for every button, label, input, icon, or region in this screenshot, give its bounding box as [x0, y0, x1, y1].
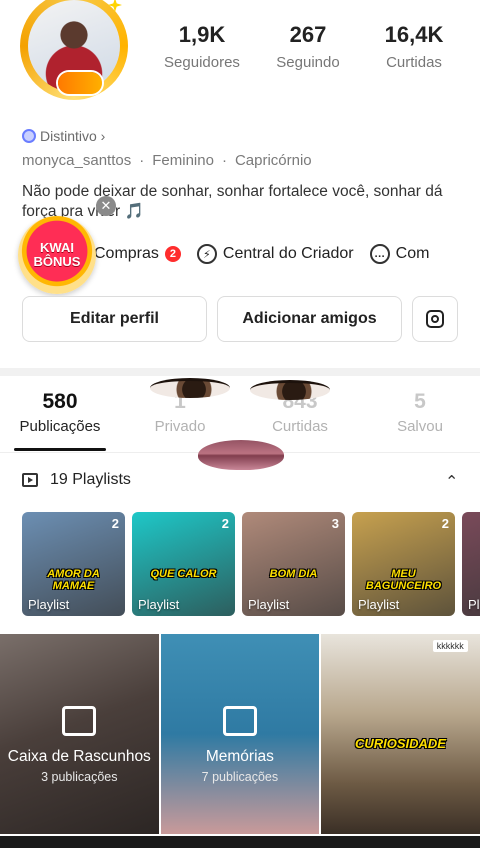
comments-link[interactable]: … Com: [369, 244, 430, 264]
stat-label: Curtidas: [386, 54, 442, 71]
playlist-count: 2: [441, 516, 449, 531]
tab-label: Curtidas: [272, 418, 328, 435]
playlist-caption: BOM DIA: [269, 568, 318, 580]
stat-label: Seguidores: [164, 54, 240, 71]
username: monyca_santtos: [22, 152, 132, 169]
profile-avatar[interactable]: [20, 0, 128, 100]
stat-value: 267: [289, 22, 327, 47]
active-tab-indicator: [14, 448, 106, 451]
stat-value: 1,9K: [178, 22, 226, 47]
tab-publications[interactable]: 580 Publicações: [0, 388, 120, 451]
playlist-label: Pl: [468, 597, 480, 612]
playlist-label: Playlist: [358, 597, 400, 612]
playlists-header[interactable]: 19 Playlists ⌄: [22, 470, 458, 490]
badge-label: Distintivo ›: [40, 128, 106, 144]
stat-followers[interactable]: 1,9K Seguidores: [150, 20, 254, 71]
video-caption: CURIOSIDADE: [354, 736, 446, 751]
compras-label: Compras: [94, 245, 159, 262]
compras-link[interactable]: Compras 2: [94, 245, 181, 263]
avatar-decoration-icon: [58, 72, 102, 94]
playlist-card[interactable]: Pl: [462, 512, 480, 616]
chevron-up-icon[interactable]: ⌄: [445, 470, 458, 490]
add-friends-button[interactable]: Adicionar amigos: [217, 296, 402, 342]
lightning-icon: ⚡: [196, 244, 217, 264]
zodiac-sign: Capricórnio: [234, 152, 312, 169]
tab-saved[interactable]: 5 Salvou: [360, 388, 480, 435]
drafts-title: Caixa de Rascunhos: [7, 748, 151, 765]
playlist-row: 2 AMOR DA MAMAE Playlist 2 QUE CALOR Pla…: [22, 512, 480, 616]
profile-bio: Não pode deixar de sonhar, sonhar fortal…: [22, 183, 443, 220]
playlist-label: Playlist: [248, 597, 290, 612]
quick-links: Compras 2 ⚡ Central do Criador … Com: [94, 244, 429, 264]
tab-label: Privado: [154, 418, 206, 435]
playlist-card[interactable]: 2 AMOR DA MAMAE Playlist: [22, 512, 125, 616]
edit-profile-button[interactable]: Editar perfil: [22, 296, 207, 342]
instagram-icon: [426, 310, 444, 328]
stat-likes[interactable]: 16,4K Curtidas: [362, 20, 466, 71]
eye-sticker-left: [150, 378, 230, 398]
bottom-navigation[interactable]: [0, 836, 480, 848]
badge-link[interactable]: Distintivo ›: [22, 128, 105, 144]
playlist-caption: AMOR DA MAMAE: [47, 568, 100, 592]
close-icon[interactable]: ✕: [96, 196, 116, 216]
video-tile[interactable]: kkkkkk CURIOSIDADE: [321, 634, 480, 834]
stat-value: 16,4K: [384, 22, 444, 47]
kwai-bonus-line2: BÔNUS: [33, 254, 81, 269]
profile-meta: monyca_santtos · Feminino · Capricórnio: [22, 152, 312, 169]
memories-icon: [222, 706, 257, 736]
video-tag: kkkkkk: [432, 640, 468, 652]
kwai-bonus-line1: KWAI: [40, 240, 74, 255]
playlist-icon: [22, 473, 38, 487]
lips-sticker: [198, 440, 284, 470]
playlist-count: 2: [221, 516, 229, 531]
playlist-label: Playlist: [28, 597, 70, 612]
stat-following[interactable]: 267 Seguindo: [256, 20, 360, 71]
playlist-card[interactable]: 2 MEU BAGUNCEIRO Playlist: [352, 512, 455, 616]
instagram-button[interactable]: [412, 296, 458, 342]
eye-sticker-right: [250, 380, 330, 400]
badge-icon: [22, 129, 36, 143]
profile-stats: 1,9K Seguidores 267 Seguindo 16,4K Curti…: [150, 20, 466, 71]
meta-separator: ·: [221, 152, 227, 169]
playlist-label: Playlist: [138, 597, 180, 612]
playlist-caption: MEU BAGUNCEIRO: [365, 568, 442, 592]
section-divider: [0, 368, 480, 376]
drafts-icon: [62, 706, 97, 736]
memories-count: 7 publicações: [201, 770, 279, 784]
creator-center-label: Central do Criador: [222, 245, 354, 262]
tab-label: Publicações: [19, 418, 101, 435]
meta-separator: ·: [139, 152, 145, 169]
playlist-card[interactable]: 2 QUE CALOR Playlist: [132, 512, 235, 616]
tab-count: 580: [42, 390, 78, 413]
drafts-tile[interactable]: Caixa de Rascunhos 3 publicações: [0, 634, 159, 834]
memories-title: Memórias: [205, 748, 274, 765]
creator-center-link[interactable]: ⚡ Central do Criador: [196, 244, 354, 264]
gender: Feminino: [152, 152, 214, 169]
stat-label: Seguindo: [276, 54, 340, 71]
tab-count: 5: [414, 390, 426, 413]
playlist-count: 2: [111, 516, 119, 531]
profile-tabs: 580 Publicações 1 Privado 843 Curtidas 5…: [0, 388, 480, 451]
playlists-title: 19 Playlists: [50, 471, 131, 488]
memories-tile[interactable]: Memórias 7 publicações: [160, 634, 320, 834]
notification-badge: 2: [164, 246, 181, 262]
kwai-bonus-badge[interactable]: KWAI BÔNUS: [18, 216, 96, 294]
content-grid: Caixa de Rascunhos 3 publicações Memória…: [0, 634, 480, 834]
playlist-count: 3: [331, 516, 339, 531]
profile-actions: Editar perfil Adicionar amigos: [22, 296, 458, 342]
comments-label: Com: [395, 245, 430, 262]
playlist-card[interactable]: 3 BOM DIA Playlist: [242, 512, 345, 616]
chat-bubble-icon: …: [369, 244, 390, 264]
playlist-caption: QUE CALOR: [150, 568, 217, 580]
tab-label: Salvou: [397, 418, 443, 435]
drafts-count: 3 publicações: [41, 770, 118, 784]
